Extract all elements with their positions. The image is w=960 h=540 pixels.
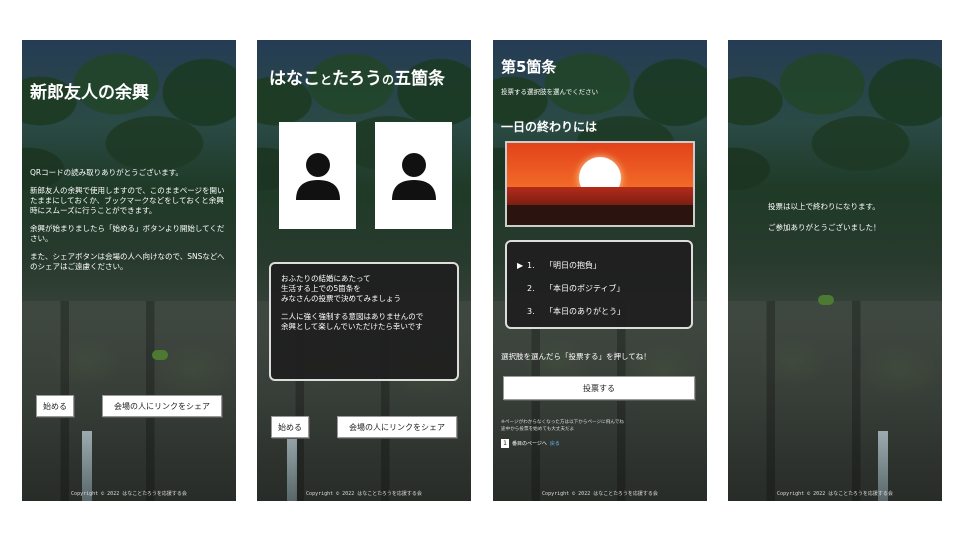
page-title: 第5箇条 (501, 58, 557, 76)
screen-vote: 第5箇条 投票する選択肢を選んでください 一日の終わりには ▶ 1. 「明日の抱… (493, 40, 707, 501)
dialog-paragraph: おふたりの結婚にあたって 生活する上での5箇条を みなさんの投票で決めてみましょ… (281, 274, 401, 303)
option-3[interactable]: 3. 「本日のありがとう」 (517, 300, 681, 323)
intro-paragraph: 新郎友人の余興で使用しますので、このままページを開いたままにしておくか、ブックマ… (30, 186, 225, 215)
sunset-image (505, 141, 695, 227)
title-name-hanako: はなこ (269, 69, 320, 89)
intro-text: QRコードの読み取りありがとうございます。 新郎友人の余興で使用しますので、この… (30, 168, 230, 280)
option-label: 「明日の抱負」 (545, 261, 601, 270)
copyright: Copyright © 2022 はなことたろうを応援する会 (306, 491, 422, 497)
page-title: はなことたろうの五箇条 (269, 64, 445, 89)
selection-cursor-icon: ▶ (517, 261, 524, 270)
cliff-background (493, 301, 707, 501)
copyright: Copyright © 2022 はなことたろうを応援する会 (542, 491, 658, 497)
intro-dialog: おふたりの結婚にあたって 生活する上での5箇条を みなさんの投票で決めてみましょ… (269, 262, 459, 381)
copyright: Copyright © 2022 はなことたろうを応援する会 (777, 491, 893, 497)
dialog-paragraph: 二人に強く強制する意図はありませんので 余興として楽しんでいただけたら幸いです (281, 312, 424, 331)
page-title: 新郎友人の余興 (30, 83, 149, 103)
option-2[interactable]: 2. 「本日のポジティブ」 (517, 277, 681, 300)
avatar-card-taro (375, 122, 452, 229)
cliff-background (728, 301, 942, 501)
share-link-button[interactable]: 会場の人にリンクをシェア (102, 395, 222, 417)
vote-hint: 選択肢を選んだら「投票する」を押してね！ (501, 352, 651, 361)
title-name-taro: たろう (332, 69, 382, 89)
moss (818, 295, 834, 305)
options-dialog: ▶ 1. 「明日の抱負」 2. 「本日のポジティブ」 3. 「本日のありがとう」 (505, 240, 693, 329)
sunset-ground (507, 205, 693, 225)
page-link-prefix: 番目のページへ (512, 441, 547, 447)
option-1[interactable]: ▶ 1. 「明日の抱負」 (517, 254, 681, 277)
title-particle: の (382, 73, 395, 87)
option-number: 1. (527, 261, 535, 270)
page-number-select[interactable]: 1 (501, 439, 509, 448)
closing-message: 投票は以上で終わりになります。 ご参加ありがとうございました！ (768, 202, 938, 244)
person-icon (391, 152, 436, 200)
page-link[interactable]: 戻る (550, 440, 560, 447)
title-five-articles: 五箇条 (394, 69, 446, 89)
intro-paragraph: また、シェアボタンは会場の人へ向けなので、SNSなどへのシェアはご遠慮ください。 (30, 252, 225, 271)
closing-line: 投票は以上で終わりになります。 (768, 202, 880, 211)
person-icon (295, 152, 340, 200)
navigation-note: ※ページがわからなくなった方は以下からページに飛んでね 途中から投票を始めても大… (501, 420, 624, 432)
question-title: 一日の終わりには (501, 120, 598, 134)
option-number: 3. (527, 307, 535, 316)
screen-intro: 新郎友人の余興 QRコードの読み取りありがとうございます。 新郎友人の余興で使用… (22, 40, 236, 501)
forest-background (728, 50, 942, 220)
screen-overview: はなことたろうの五箇条 おふたりの結婚にあたって 生活する上での5箇条を みなさ… (257, 40, 471, 501)
moss (152, 350, 168, 360)
option-label: 「本日のありがとう」 (545, 307, 625, 316)
title-particle: と (320, 73, 333, 87)
vote-button[interactable]: 投票する (503, 376, 695, 400)
intro-paragraph: QRコードの読み取りありがとうございます。 (30, 168, 183, 177)
page-subtitle: 投票する選択肢を選んでください (501, 88, 599, 96)
closing-line: ご参加ありがとうございました！ (768, 223, 881, 232)
start-button[interactable]: 始める (271, 416, 309, 438)
option-number: 2. (527, 284, 535, 293)
avatar-card-hanako (279, 122, 356, 229)
screen-thanks: 投票は以上で終わりになります。 ご参加ありがとうございました！ Copyrigh… (728, 40, 942, 501)
copyright: Copyright © 2022 はなことたろうを応援する会 (71, 491, 187, 497)
page-navigation: 1 番目のページへ 戻る (501, 439, 560, 448)
start-button[interactable]: 始める (36, 395, 74, 417)
option-label: 「本日のポジティブ」 (545, 284, 625, 293)
intro-paragraph: 余興が始まりましたら「始める」ボタンより開始してください。 (30, 224, 225, 243)
share-link-button[interactable]: 会場の人にリンクをシェア (337, 416, 457, 438)
